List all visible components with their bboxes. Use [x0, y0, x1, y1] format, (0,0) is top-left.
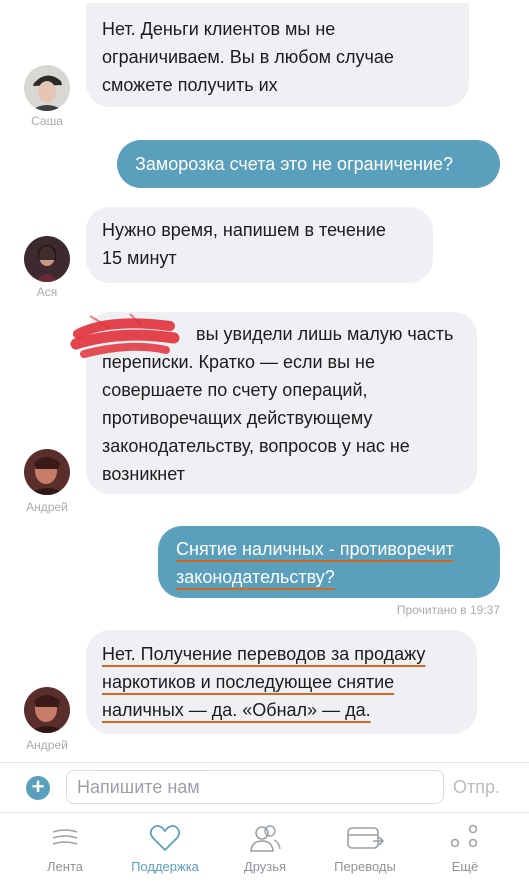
message-line: законодательству, вопросов у нас не: [102, 436, 410, 456]
tab-label: Друзья: [243, 859, 287, 874]
tab-feed[interactable]: Лента: [15, 813, 115, 886]
sender-name: Ася: [36, 285, 58, 299]
message-input[interactable]: [66, 770, 444, 804]
message-line: сможете получить их: [102, 75, 278, 95]
tab-label: Лента: [47, 859, 83, 874]
heart-icon: [149, 823, 181, 858]
message-line: наличных — да. «Обнал» — да.: [102, 700, 371, 720]
message-line: наркотиков и последующее снятие: [102, 672, 395, 692]
tab-label: Поддержка: [131, 859, 199, 874]
read-receipt: Прочитано в 19:37: [396, 603, 500, 617]
redaction-scribble: [70, 313, 180, 358]
avatar-andrey[interactable]: [24, 449, 70, 495]
tab-transfers[interactable]: Переводы: [315, 813, 415, 886]
outgoing-message: Заморозка счета это не ограничение?: [117, 140, 500, 188]
message-line: 15 минут: [102, 248, 177, 268]
avatar-sasha[interactable]: [24, 65, 70, 111]
sender-name: Саша: [31, 114, 63, 128]
sender-name: Андрей: [26, 738, 68, 752]
chat-area: Нет. Деньги клиентов мы не ограничиваем.…: [0, 0, 529, 762]
bottom-tab-bar: Лента Поддержка Друзья Переводы Ещё: [0, 812, 529, 886]
avatar-andrey[interactable]: [24, 687, 70, 733]
avatar-asya[interactable]: [24, 236, 70, 282]
sender-name: Андрей: [26, 500, 68, 514]
incoming-message: Нет. Получение переводов за продажу нарк…: [86, 630, 477, 734]
message-line: законодательству?: [176, 567, 335, 587]
message-input-bar: + Отпр.: [0, 762, 529, 812]
tab-label: Переводы: [334, 859, 396, 874]
outgoing-message: Снятие наличных - противоречит законодат…: [158, 526, 500, 598]
tab-friends[interactable]: Друзья: [215, 813, 315, 886]
tab-more[interactable]: Ещё: [415, 813, 515, 886]
transfers-icon: [345, 823, 385, 858]
attach-plus-icon[interactable]: +: [26, 776, 50, 800]
message-line: Снятие наличных - противоречит: [176, 539, 454, 559]
message-line: ограничиваем. Вы в любом случае: [102, 47, 394, 67]
message-line: совершаете по счету операций,: [102, 380, 368, 400]
message-line: противоречащих действующему: [102, 408, 373, 428]
send-button[interactable]: Отпр.: [453, 777, 500, 798]
message-line: Заморозка счета это не ограничение?: [135, 154, 454, 174]
tab-label: Ещё: [451, 859, 479, 874]
tab-support[interactable]: Поддержка: [115, 813, 215, 886]
message-line: Нужно время, напишем в течение: [102, 220, 386, 240]
message-line: Нет. Получение переводов за продажу: [102, 644, 426, 664]
friends-icon: [249, 823, 281, 858]
message-line: возникнет: [102, 464, 185, 484]
incoming-message: Нет. Деньги клиентов мы не ограничиваем.…: [86, 3, 469, 107]
message-line: Нет. Деньги клиентов мы не: [102, 19, 336, 39]
incoming-message: Нужно время, напишем в течение 15 минут: [86, 207, 433, 283]
more-icon: [449, 823, 481, 858]
feed-icon: [50, 823, 80, 858]
